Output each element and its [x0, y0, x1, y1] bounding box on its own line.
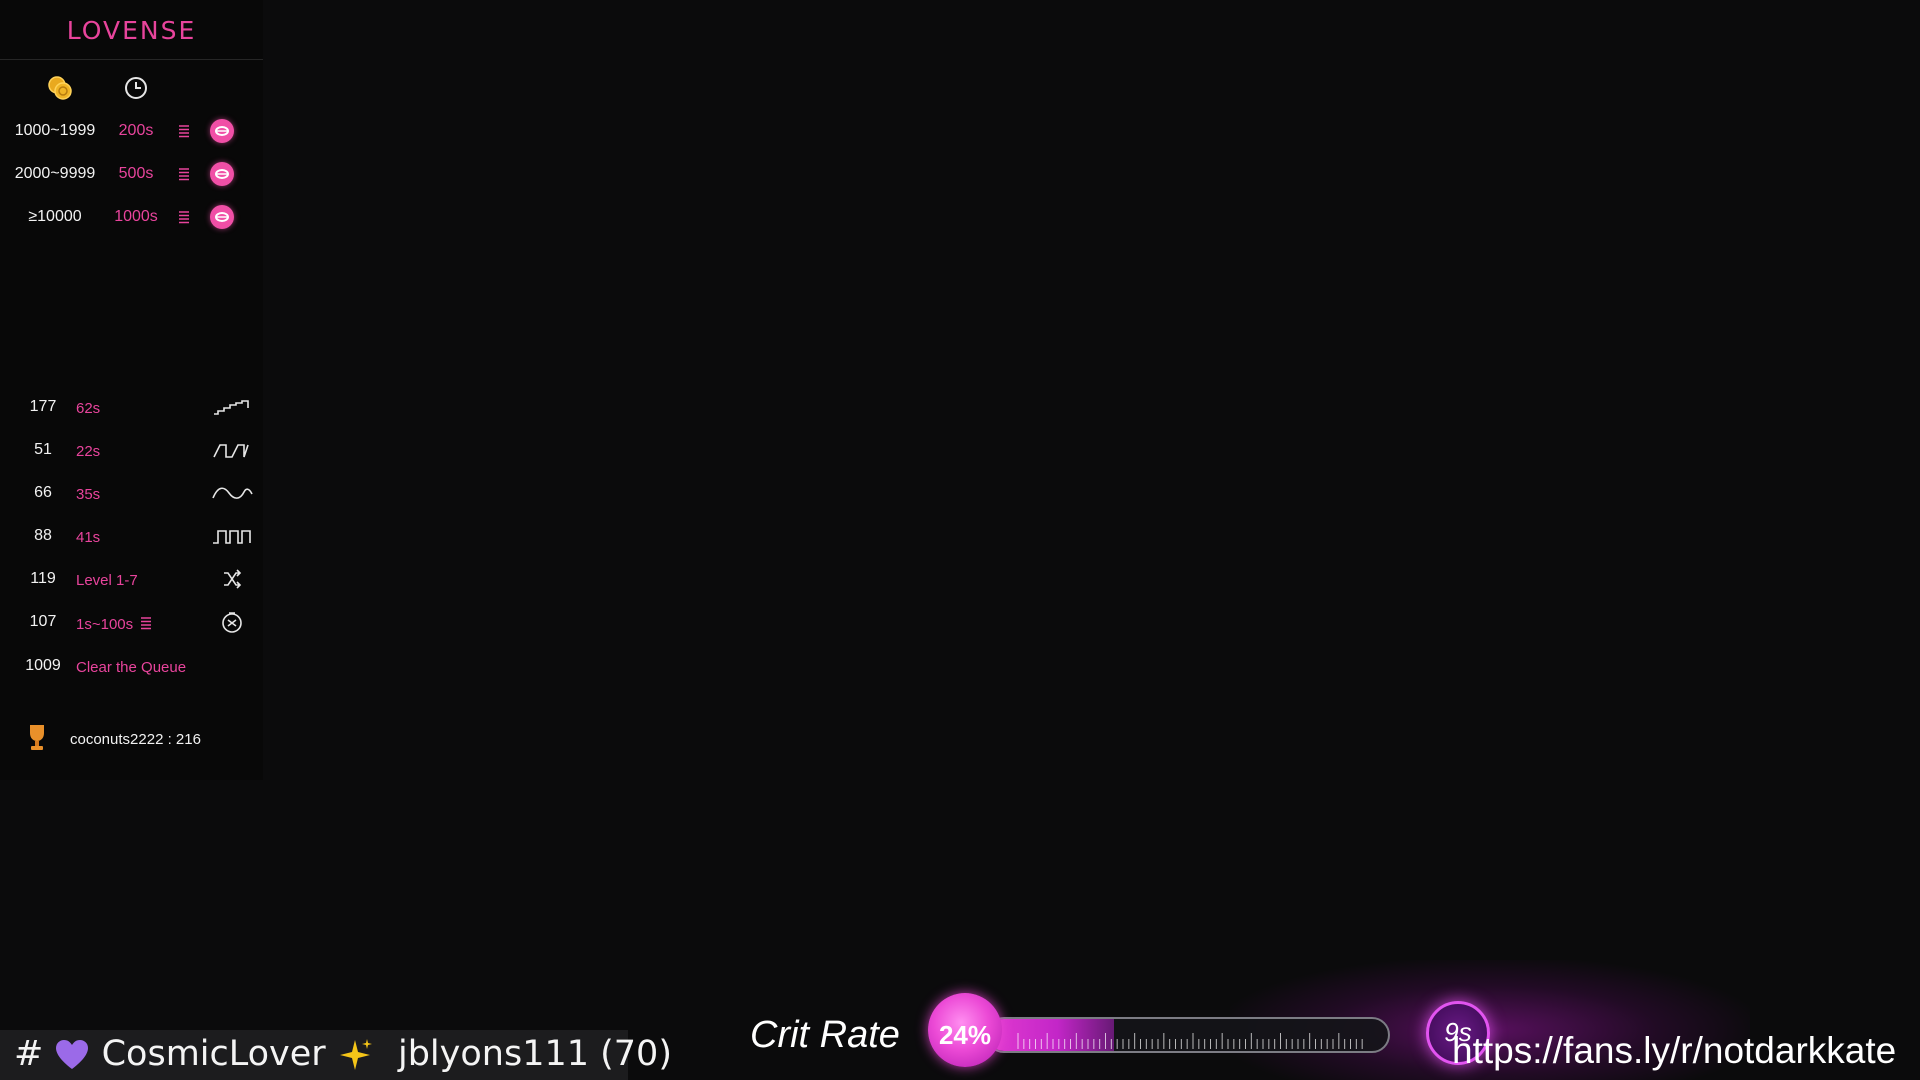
pulse-pattern-icon — [213, 444, 249, 458]
shuffle-icon — [224, 569, 242, 589]
sparkles-icon — [339, 1039, 372, 1070]
pattern-tokens: 177 — [29, 398, 57, 415]
pattern-tokens: 51 — [34, 441, 52, 458]
clear-queue-label: Clear the Queue — [76, 659, 187, 676]
logo-divider — [0, 59, 263, 60]
pattern-row: 177 62s — [0, 391, 263, 423]
tier-duration: 200s — [118, 122, 154, 139]
pattern-row: 88 41s — [0, 520, 263, 552]
pattern-tokens: 119 — [30, 570, 56, 587]
tier-range: 2000~9999 — [14, 165, 96, 182]
fansly-link[interactable]: https://fans.ly/r/notdarkkate — [1452, 1030, 1896, 1072]
crit-rate-percent: 24% — [938, 1020, 992, 1050]
pattern-tokens: 66 — [34, 484, 52, 501]
pattern-level: Level 1-7 — [76, 572, 138, 589]
pattern-duration: 35s — [76, 486, 101, 503]
toy-icon — [210, 162, 234, 186]
pattern-row: 107 1s~100s — [0, 606, 263, 638]
square-pattern-icon — [213, 530, 251, 544]
pattern-row: 66 35s — [0, 477, 263, 509]
meter-ticks — [1017, 1033, 1363, 1049]
tier-duration: 1000s — [114, 208, 158, 225]
tier-row: 1000~1999 200s — [0, 115, 263, 147]
lovense-logo: LOVENSE — [66, 16, 197, 45]
pattern-row: 119 Level 1-7 — [0, 563, 263, 595]
list-icon[interactable] — [176, 166, 192, 182]
pattern-tokens: 107 — [29, 613, 57, 630]
list-icon[interactable] — [176, 209, 192, 225]
pattern-duration: 22s — [76, 443, 101, 460]
list-icon[interactable] — [176, 123, 192, 139]
crit-rate-meter — [986, 1017, 1390, 1053]
pattern-duration: 62s — [76, 400, 101, 417]
wave-pattern-icon — [212, 487, 253, 499]
lovense-panel: LOVENSE 1000~1999 200s 2000~9999 500s ≥1… — [0, 0, 263, 780]
crit-rate-label: Crit Rate — [750, 1014, 900, 1056]
pattern-row: 1009 Clear the Queue — [0, 650, 263, 682]
top-tipper: coconuts2222 : 216 — [70, 731, 201, 748]
tier-row: 2000~9999 500s — [0, 158, 263, 190]
ticker-name: CosmicLover — [101, 1034, 326, 1074]
chat-ticker: # CosmicLover jblyons111 (70) — [14, 1034, 672, 1074]
toy-icon — [210, 205, 234, 229]
pattern-tokens: 88 — [34, 527, 52, 544]
tier-duration: 500s — [118, 165, 154, 182]
pattern-range: 1s~100s — [76, 615, 153, 633]
clock-icon — [125, 77, 147, 99]
list-icon[interactable] — [139, 615, 153, 631]
purple-heart-icon — [56, 1040, 89, 1069]
pattern-row: 51 22s — [0, 434, 263, 466]
tier-range: 1000~1999 — [14, 122, 96, 139]
toy-icon — [210, 119, 234, 143]
pattern-duration: 41s — [76, 529, 101, 546]
tier-range: ≥10000 — [28, 208, 82, 225]
steps-pattern-icon — [214, 400, 249, 415]
ticker-prefix: # — [14, 1034, 44, 1074]
ticker-user: jblyons111 (70) — [397, 1034, 672, 1074]
tier-row: ≥10000 1000s — [0, 201, 263, 233]
trophy-icon — [30, 725, 44, 750]
timer-cancel-icon — [222, 612, 242, 633]
coins-icon — [48, 76, 72, 100]
pattern-tokens: 1009 — [25, 657, 61, 674]
pattern-range-text: 1s~100s — [76, 616, 134, 633]
